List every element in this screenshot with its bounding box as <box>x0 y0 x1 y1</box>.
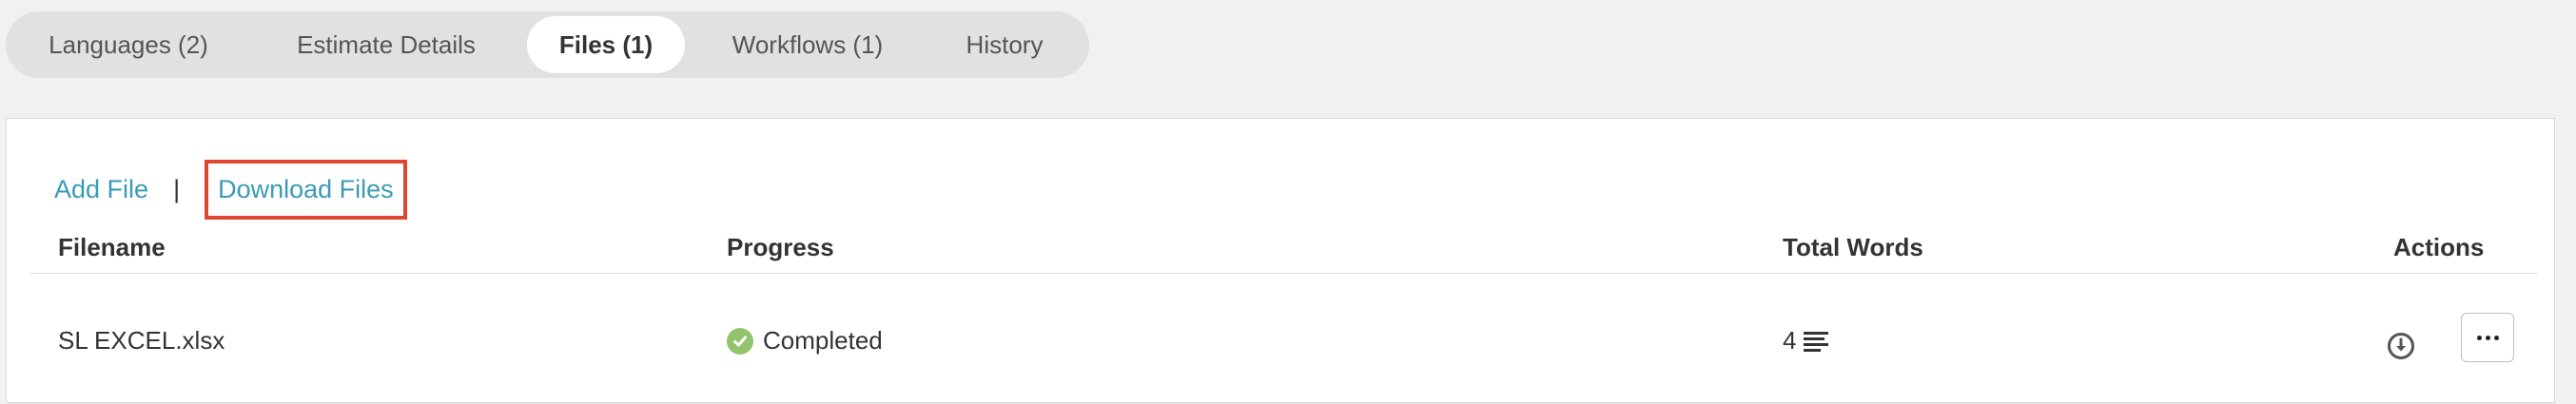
table-row: SL EXCEL.xlsx Completed 4 <box>29 273 2537 404</box>
tab-history[interactable]: History <box>930 16 1079 73</box>
download-files-link[interactable]: Download Files <box>218 175 394 203</box>
total-words: 4 <box>1783 326 1830 356</box>
column-header-actions: Actions <box>2393 233 2485 261</box>
progress-status: Completed <box>727 326 883 356</box>
tab-languages[interactable]: Languages (2) <box>11 16 245 73</box>
files-panel: Add File | Download Files Filename Progr… <box>6 118 2555 403</box>
more-options-dot <box>2493 335 2499 340</box>
text-lines-icon <box>1804 331 1829 352</box>
word-count: 4 <box>1783 326 1797 355</box>
download-circle-icon[interactable] <box>2387 332 2415 360</box>
tab-files[interactable]: Files (1) <box>527 16 685 73</box>
download-files-highlight: Download Files <box>205 159 407 220</box>
tab-bar: Languages (2) Estimate Details Files (1)… <box>6 11 1089 78</box>
table-header: Filename Progress Total Words Actions <box>29 225 2537 274</box>
column-header-total-words[interactable]: Total Words <box>1783 233 1923 262</box>
add-file-link[interactable]: Add File <box>54 175 148 204</box>
tab-estimate-details[interactable]: Estimate Details <box>245 16 527 73</box>
tab-workflows[interactable]: Workflows (1) <box>685 16 930 73</box>
column-header-progress[interactable]: Progress <box>727 233 834 262</box>
check-circle-icon <box>727 327 753 355</box>
progress-label: Completed <box>763 326 883 355</box>
link-separator: | <box>173 174 181 203</box>
column-header-filename[interactable]: Filename <box>58 233 166 262</box>
file-name: SL EXCEL.xlsx <box>58 326 225 355</box>
more-options-icon <box>2476 335 2482 340</box>
more-options-button[interactable] <box>2461 313 2514 362</box>
more-options-dot <box>2485 335 2490 340</box>
file-actions-bar: Add File | Download Files <box>54 157 407 221</box>
